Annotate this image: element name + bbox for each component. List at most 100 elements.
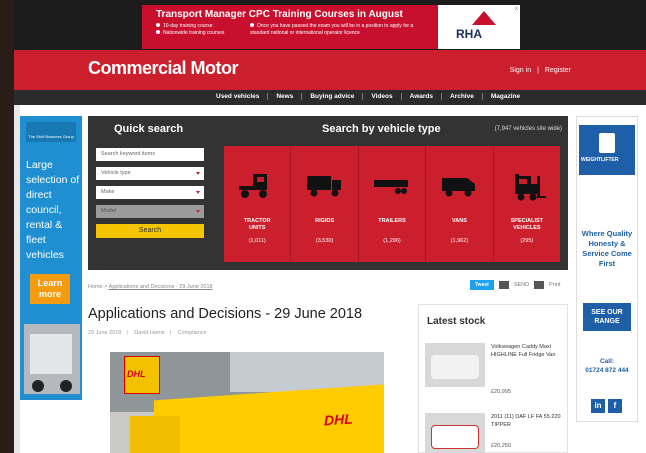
tipper-image bbox=[431, 425, 479, 449]
van-image bbox=[431, 355, 479, 379]
see-our-range-button[interactable]: SEE OUR RANGE bbox=[583, 303, 631, 331]
vehicle-label: RIGIDS bbox=[315, 218, 335, 224]
weightlifter-logo: WEIGHTLIFTER bbox=[579, 125, 635, 175]
vehicle-label: VEHICLES bbox=[513, 225, 541, 231]
vehicle-type-select[interactable]: Vehicle type bbox=[96, 167, 204, 180]
wheel-icon bbox=[60, 380, 72, 392]
banner-point-1: 10-day training course bbox=[156, 23, 256, 30]
breadcrumb-separator: > bbox=[104, 284, 108, 290]
forklift-icon bbox=[514, 174, 546, 201]
vehicle-count: (1,296) bbox=[383, 238, 401, 244]
ad-tagline: Where Quality Honesty & Service Come Fir… bbox=[581, 229, 633, 268]
stock-item-price: £20,995 bbox=[491, 389, 511, 395]
ad-close-icon[interactable]: x bbox=[515, 6, 518, 12]
wheel-icon bbox=[32, 380, 44, 392]
sign-in-link[interactable]: Sign in bbox=[510, 67, 531, 74]
article-author[interactable]: David Harris bbox=[134, 330, 164, 336]
main-nav: Used vehicles News Buying advice Videos … bbox=[14, 90, 646, 105]
meta-separator: | bbox=[169, 330, 172, 336]
tractor-unit-icon bbox=[239, 174, 268, 198]
van-icon bbox=[442, 178, 476, 197]
nav-archive[interactable]: Archive bbox=[442, 93, 483, 100]
vehicle-label: TRAILERS bbox=[378, 218, 406, 224]
send-link[interactable]: SEND bbox=[514, 282, 529, 288]
vehicle-type-trailers[interactable]: TRAILERS (1,296) bbox=[359, 146, 427, 262]
quick-search-title: Quick search bbox=[114, 123, 184, 135]
dhl-sign: DHL bbox=[124, 356, 160, 394]
nav-used-vehicles[interactable]: Used vehicles bbox=[208, 93, 269, 100]
vehicle-label: SPECIALIST bbox=[510, 218, 544, 224]
vehicle-count: (3,530) bbox=[315, 238, 334, 244]
vehicle-label: TRACTOR bbox=[243, 218, 271, 224]
vehicle-type-specialist[interactable]: SPECIALIST VEHICLES (295) bbox=[494, 146, 560, 262]
model-select: Model bbox=[96, 205, 204, 218]
ad-phone: Call: 01724 872 444 bbox=[585, 358, 629, 374]
vehicle-type-rigids[interactable]: RIGIDS (3,530) bbox=[291, 146, 359, 262]
vehicle-label: UNITS bbox=[248, 225, 266, 231]
nav-magazine[interactable]: Magazine bbox=[483, 93, 528, 100]
article-hero-image: DHL DHL bbox=[110, 352, 384, 453]
truck-image bbox=[24, 324, 80, 394]
stock-thumbnail bbox=[425, 413, 485, 453]
vehicle-count: (295) bbox=[520, 238, 534, 244]
bullet-icon bbox=[156, 23, 160, 27]
article-category[interactable]: Compliance bbox=[178, 330, 207, 336]
breadcrumb-home[interactable]: Home bbox=[88, 284, 103, 290]
article-date: 29 June 2018 bbox=[88, 330, 122, 336]
linkedin-icon[interactable]: in bbox=[591, 399, 605, 413]
breadcrumb: Home > Applications and Decisions - 29 J… bbox=[88, 284, 213, 290]
right-skyscraper-ad[interactable]: WEIGHTLIFTER Where Quality Honesty & Ser… bbox=[576, 116, 638, 422]
truck-cab bbox=[30, 334, 72, 374]
bullet-icon bbox=[156, 30, 160, 34]
article-title: Applications and Decisions - 29 June 201… bbox=[88, 306, 363, 322]
trailer-icon bbox=[374, 180, 409, 194]
share-bar: Tweet SEND Print bbox=[470, 280, 560, 290]
nav-videos[interactable]: Videos bbox=[363, 93, 402, 100]
search-panel: Quick search Search keyword items Vehicl… bbox=[88, 116, 568, 270]
banner-point-2: Nationwide training courses bbox=[156, 30, 256, 37]
nav-buying-advice[interactable]: Buying advice bbox=[302, 93, 364, 100]
auth-separator: | bbox=[537, 67, 539, 74]
print-link[interactable]: Print bbox=[549, 282, 560, 288]
breadcrumb-current[interactable]: Applications and Decisions - 29 June 201… bbox=[109, 284, 213, 290]
ad-brand-logo: The Stuff Business Group bbox=[26, 122, 76, 142]
nav-awards[interactable]: Awards bbox=[402, 93, 442, 100]
bullet-icon bbox=[250, 23, 254, 27]
vehicle-type-vans[interactable]: VANS (1,962) bbox=[426, 146, 494, 262]
stock-item[interactable]: 2011 (11) DAF LF FA 55.220 TIPPER £20,25… bbox=[425, 413, 565, 453]
rha-mark-icon bbox=[472, 11, 496, 25]
facebook-icon[interactable]: f bbox=[608, 399, 622, 413]
vehicle-type-grid: TRACTOR UNITS (1,011) RIGIDS (3,530) TRA… bbox=[224, 146, 560, 262]
stock-item-title[interactable]: Volkswagen Caddy Maxi HIGHLINE Full Frid… bbox=[491, 343, 565, 359]
stock-item-title[interactable]: 2011 (11) DAF LF FA 55.220 TIPPER bbox=[491, 413, 565, 429]
banner-title: Transport Manager CPC Training Courses i… bbox=[156, 9, 403, 20]
vehicle-count: (1,962) bbox=[450, 238, 469, 244]
keyword-search-input[interactable]: Search keyword items bbox=[96, 148, 204, 161]
vehicle-label: VANS bbox=[451, 218, 467, 224]
vehicle-count: (1,011) bbox=[248, 238, 266, 244]
social-links: in f bbox=[591, 399, 622, 413]
tweet-button[interactable]: Tweet bbox=[470, 280, 494, 290]
rha-banner-ad[interactable]: Transport Manager CPC Training Courses i… bbox=[142, 5, 520, 49]
learn-more-button[interactable]: Learn more bbox=[30, 274, 70, 304]
shield-icon bbox=[599, 133, 615, 153]
latest-stock-panel: Latest stock Volkswagen Caddy Maxi HIGHL… bbox=[418, 304, 568, 453]
rigid-truck-icon bbox=[306, 176, 341, 197]
register-link[interactable]: Register bbox=[545, 67, 571, 74]
email-icon[interactable] bbox=[498, 281, 509, 289]
make-select[interactable]: Make bbox=[96, 186, 204, 199]
stock-thumbnail bbox=[425, 343, 485, 387]
ad-text: Large selection of direct council, renta… bbox=[26, 159, 80, 261]
left-skyscraper-ad[interactable]: The Stuff Business Group Large selection… bbox=[20, 116, 82, 400]
rha-logo: RHA bbox=[438, 5, 520, 49]
site-logo[interactable]: Commercial Motor bbox=[88, 58, 239, 79]
nav-news[interactable]: News bbox=[268, 93, 303, 100]
stock-item[interactable]: Volkswagen Caddy Maxi HIGHLINE Full Frid… bbox=[425, 343, 565, 395]
stock-item-price: £20,250 bbox=[491, 443, 511, 449]
auth-links: Sign in | Register bbox=[507, 67, 574, 74]
latest-stock-title: Latest stock bbox=[427, 316, 486, 327]
vehicle-type-tractor-units[interactable]: TRACTOR UNITS (1,011) bbox=[224, 146, 292, 262]
search-button[interactable]: Search bbox=[96, 224, 204, 238]
print-icon[interactable] bbox=[534, 281, 545, 289]
site-header: Commercial Motor Sign in | Register bbox=[14, 50, 646, 90]
